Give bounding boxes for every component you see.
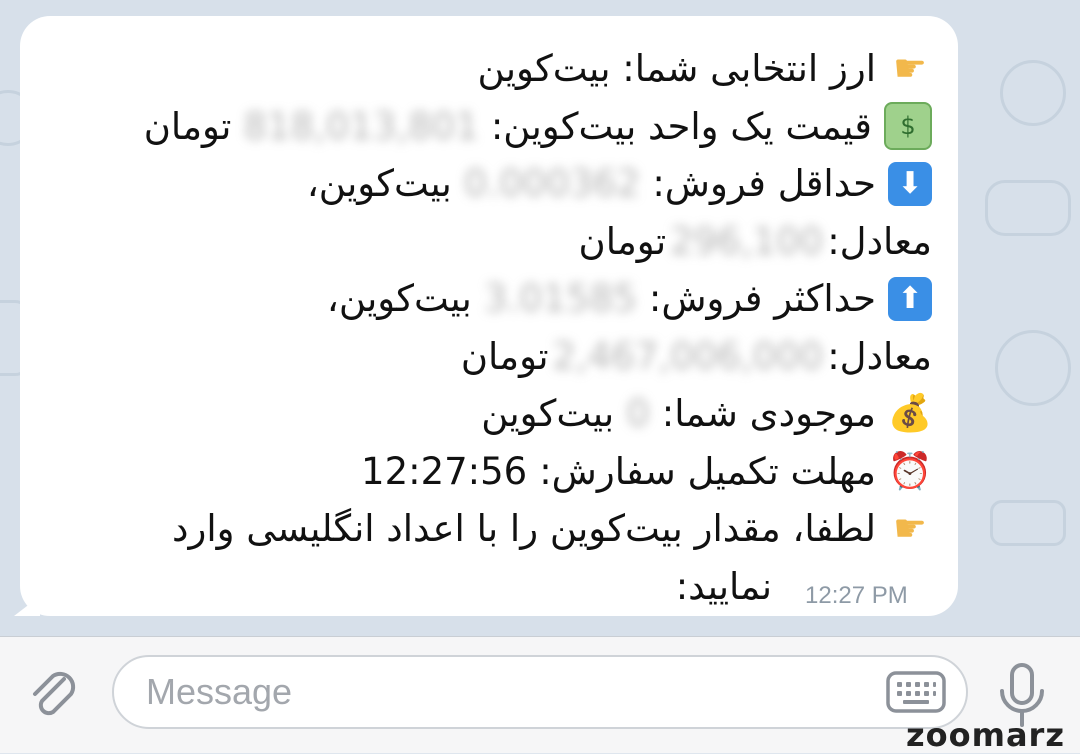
watermark-logo: zoomarz: [906, 716, 1065, 754]
message-line: نمایید:: [52, 558, 932, 616]
deadline-label: مهلت تکمیل سفارش:: [539, 449, 876, 493]
keyboard-icon: [886, 671, 946, 713]
message-timestamp: 12:27 PM: [805, 582, 908, 609]
message-bubble[interactable]: ☛ ارز انتخابی شما: بیت‌کوین $ قیمت یک وا…: [20, 16, 958, 616]
instruction-text-end: نمایید:: [675, 564, 772, 608]
max-equivalent-value: 2,467,006,000: [552, 334, 824, 378]
instruction-text: لطفا، مقدار بیت‌کوین را با اعداد انگلیسی…: [172, 507, 876, 550]
message-line: ☛ لطفا، مقدار بیت‌کوین را با اعداد انگلی…: [52, 500, 932, 558]
background-doodle: [985, 180, 1071, 236]
paperclip-icon: [33, 671, 76, 716]
message-line: معادل: 296,100 تومان: [52, 213, 932, 271]
backhand-index-pointing-left-icon: ☛: [892, 506, 928, 550]
balance-label: موجودی شما:: [661, 392, 876, 435]
attach-button[interactable]: [26, 665, 82, 725]
message-text: ☛ ارز انتخابی شما: بیت‌کوین $ قیمت یک وا…: [52, 40, 933, 616]
min-equivalent-value: 296,100: [670, 219, 824, 263]
down-arrow-icon: ⬇: [888, 161, 932, 206]
min-equivalent-unit: تومان: [578, 219, 667, 263]
message-line: ⬆ حداکثر فروش: 3.01585 بیت‌کوین،: [52, 270, 932, 328]
keyboard-button[interactable]: [886, 671, 946, 713]
balance-value: 0: [626, 392, 650, 435]
max-equivalent-label: معادل:: [827, 334, 932, 378]
min-sell-value: 0.000362: [463, 162, 641, 205]
message-line: 💰 موجودی شما: 0 بیت‌کوین: [52, 385, 932, 443]
min-equivalent-label: معادل:: [827, 219, 932, 263]
message-line: ⬇ حداقل فروش: 0.000362 بیت‌کوین،: [52, 155, 932, 213]
selected-currency-label: ارز انتخابی شما: بیت‌کوین: [477, 47, 876, 90]
max-sell-value: 3.01585: [483, 277, 637, 320]
message-input-placeholder: Message: [146, 671, 293, 712]
min-sell-label: حداقل فروش:: [652, 162, 876, 205]
max-sell-label: حداکثر فروش:: [648, 277, 876, 320]
deadline-value: 12:27:56: [361, 449, 528, 493]
backhand-index-pointing-left-icon: ☛: [892, 46, 928, 90]
background-doodle: [1000, 60, 1066, 126]
unit-price-value: 818,013,801: [243, 104, 479, 148]
unit-price-unit: تومان: [143, 104, 232, 148]
up-arrow-icon: ⬆: [888, 276, 932, 321]
background-doodle: [990, 500, 1066, 546]
unit-price-label: قیمت یک واحد بیت‌کوین:: [490, 104, 872, 148]
max-equivalent-unit: تومان: [460, 334, 549, 378]
message-line: $ قیمت یک واحد بیت‌کوین: 818,013,801 توم…: [52, 98, 932, 156]
message-line: ☛ ارز انتخابی شما: بیت‌کوین: [52, 40, 932, 98]
max-sell-unit: بیت‌کوین،: [326, 277, 472, 320]
message-line: معادل: 2,467,006,000 تومان: [52, 328, 932, 386]
message-input[interactable]: Message: [112, 655, 968, 729]
background-doodle: [995, 330, 1071, 406]
alarm-clock-icon: ⏰: [887, 450, 933, 492]
min-sell-unit: بیت‌کوین،: [306, 162, 452, 205]
money-bag-icon: 💰: [887, 393, 933, 434]
dollar-banknote-icon: $: [884, 102, 932, 151]
balance-unit: بیت‌کوین: [481, 392, 615, 435]
message-line: ⏰ مهلت تکمیل سفارش: 12:27:56: [52, 443, 932, 501]
